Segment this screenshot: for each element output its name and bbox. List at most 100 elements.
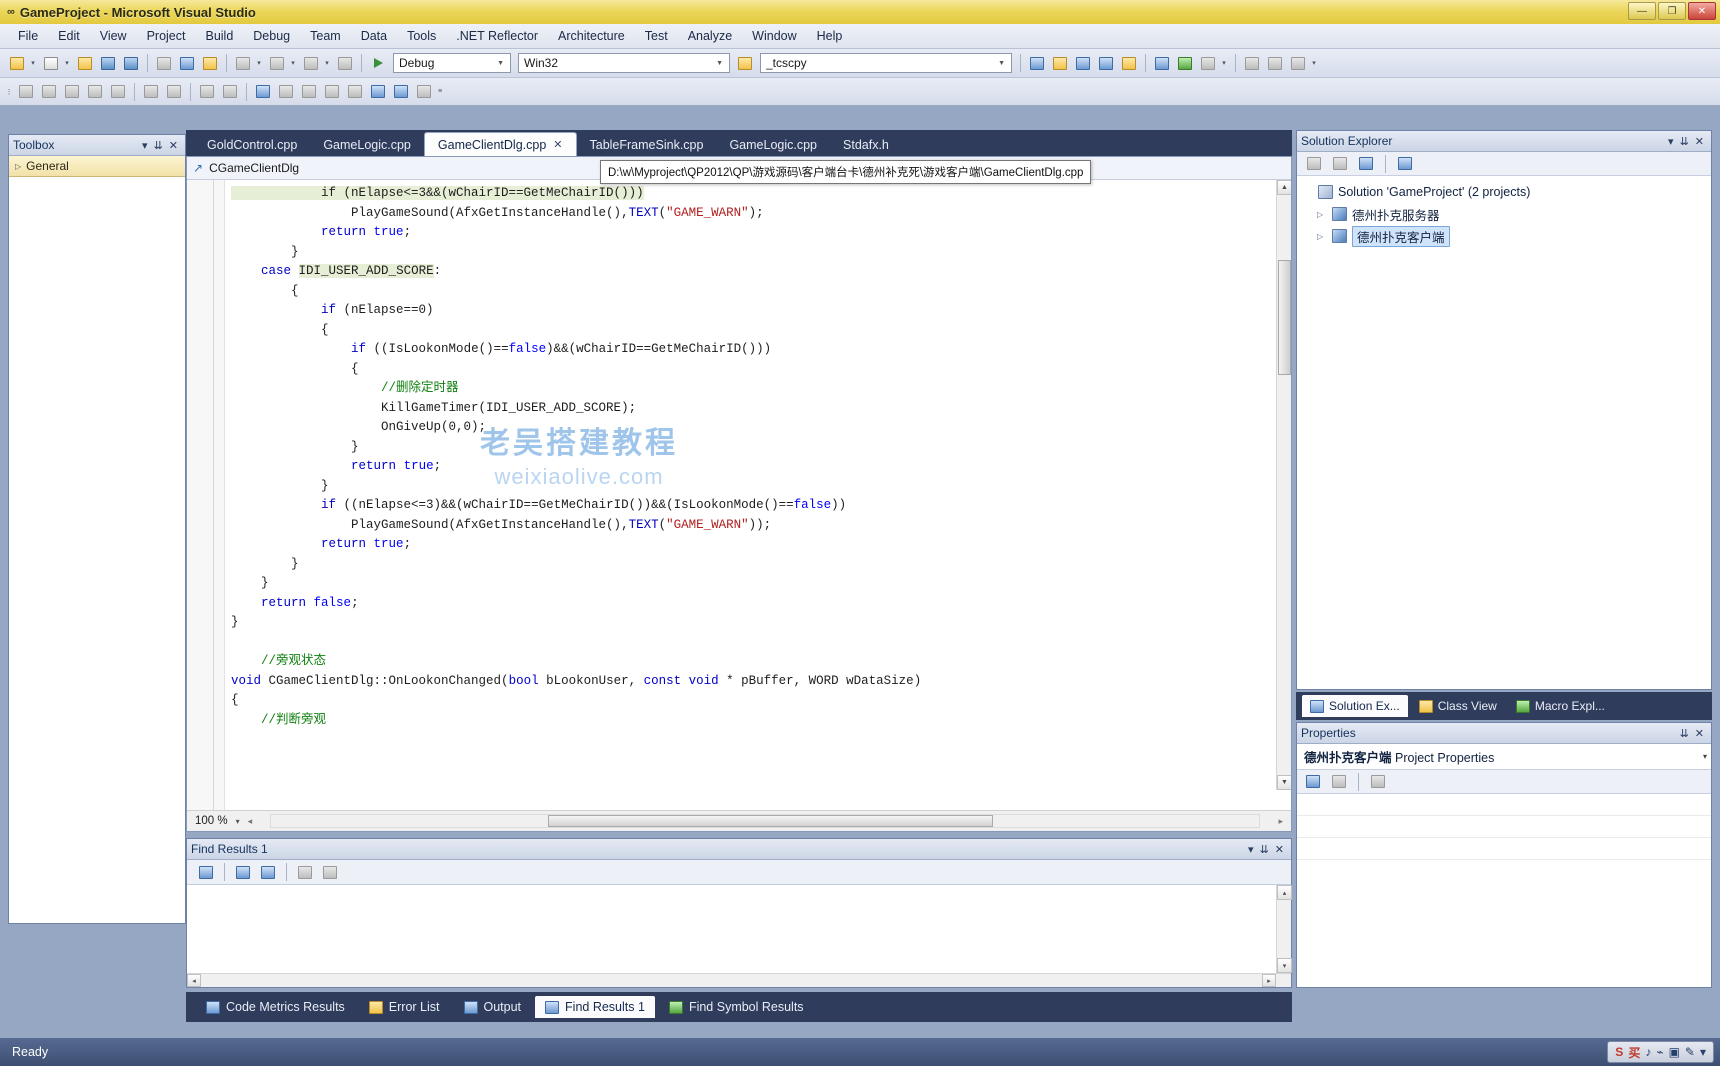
bottom-tab-code-metrics[interactable]: Code Metrics Results (196, 996, 355, 1018)
properties-object-selector[interactable]: 德州扑克客户端 Project Properties ▾ (1297, 744, 1711, 770)
code-body[interactable]: if (nElapse<=3&&(wChairID==GetMeChairID(… (187, 180, 1291, 810)
navigate-backward-icon[interactable] (300, 52, 322, 74)
toolbar-overflow-icon[interactable]: ▾ (1310, 52, 1320, 74)
toggle-all-outlining-icon[interactable] (107, 81, 129, 103)
wrap-icon[interactable] (319, 861, 341, 883)
solution-explorer-close-icon[interactable]: ✕ (1692, 135, 1707, 148)
arrow-prev-icon[interactable] (257, 861, 279, 883)
solution-tree[interactable]: Solution 'GameProject' (2 projects) ▷ 德州… (1297, 176, 1711, 689)
menu-item-analyze[interactable]: Analyze (678, 25, 742, 47)
new-window-icon[interactable] (1241, 52, 1263, 74)
properties-row[interactable] (1297, 838, 1711, 860)
menu-item-view[interactable]: View (90, 25, 137, 47)
menu-item-test[interactable]: Test (635, 25, 678, 47)
editor-horizontal-scrollbar[interactable] (270, 814, 1260, 828)
new-project-dropdown-icon[interactable]: ▾ (29, 52, 39, 74)
properties-icon[interactable] (1303, 153, 1325, 175)
arrow-up-icon[interactable] (195, 861, 217, 883)
dock-tab-class-view[interactable]: Class View (1411, 695, 1505, 717)
chevron-down-icon[interactable]: ▼ (994, 60, 1009, 67)
dock-tab-macro-explorer[interactable]: Macro Expl... (1508, 695, 1613, 717)
save-icon[interactable] (97, 52, 119, 74)
save-all-icon[interactable] (120, 52, 142, 74)
chevron-down-icon[interactable]: ▼ (712, 60, 727, 67)
new-file-icon[interactable] (40, 52, 62, 74)
decrease-indent-icon[interactable] (140, 81, 162, 103)
tray-icon-music[interactable]: ♪ (1645, 1045, 1651, 1059)
class-view-icon[interactable] (1174, 52, 1196, 74)
tray-icon-s[interactable]: S (1615, 1045, 1623, 1059)
copy-icon[interactable] (176, 52, 198, 74)
property-pages-icon[interactable] (1367, 771, 1389, 793)
fold-margin[interactable] (187, 180, 225, 810)
menu-item-build[interactable]: Build (195, 25, 243, 47)
find-results-close-icon[interactable]: ✕ (1272, 843, 1287, 856)
insert-snippet-icon[interactable] (275, 81, 297, 103)
quick-find-icon[interactable] (1026, 52, 1048, 74)
toolbox-dropdown-icon[interactable]: ▾ (139, 139, 151, 152)
arrow-next-icon[interactable] (232, 861, 254, 883)
find-in-files-icon[interactable] (734, 52, 756, 74)
undo-dropdown-icon[interactable]: ▾ (255, 52, 265, 74)
class-name-label[interactable]: CGameClientDlg (209, 161, 299, 175)
toolbar-grip-icon[interactable]: ⋮ (6, 81, 14, 103)
start-debugging-button[interactable] (367, 52, 389, 74)
scroll-left-arrow[interactable]: ◂ (187, 974, 201, 987)
chevron-right-icon[interactable]: ▷ (1317, 232, 1327, 241)
tree-row-project-server[interactable]: ▷ 德州扑克服务器 (1301, 203, 1707, 225)
redo-icon[interactable] (266, 52, 288, 74)
tray-icon-buy[interactable]: 买 (1628, 1044, 1640, 1061)
properties-window-icon[interactable] (1095, 52, 1117, 74)
menu-item-net-reflector[interactable]: .NET Reflector (446, 25, 548, 47)
solution-configuration-combo[interactable]: Debug ▼ (393, 53, 511, 73)
object-browser-icon[interactable] (1118, 52, 1140, 74)
split-window-icon[interactable] (1264, 52, 1286, 74)
error-list-toggle-icon[interactable] (1197, 52, 1219, 74)
menu-item-debug[interactable]: Debug (243, 25, 300, 47)
source-code[interactable]: if (nElapse<=3&&(wChairID==GetMeChairID(… (225, 180, 1291, 810)
toolbox-group-general[interactable]: ▷ General (9, 156, 185, 177)
new-file-dropdown-icon[interactable]: ▾ (63, 52, 73, 74)
chevron-right-icon[interactable]: ▷ (15, 162, 21, 171)
scroll-right-arrow[interactable]: ▸ (1262, 974, 1276, 987)
parameter-info-icon[interactable] (344, 81, 366, 103)
clear-icon[interactable] (294, 861, 316, 883)
tree-row-solution[interactable]: Solution 'GameProject' (2 projects) (1301, 181, 1707, 203)
menu-item-window[interactable]: Window (742, 25, 806, 47)
editor-tab-stdafx[interactable]: Stdafx.h (830, 134, 902, 156)
split-handle-icon[interactable]: ◂ (248, 816, 253, 827)
navigate-forward-icon[interactable] (334, 52, 356, 74)
maximize-button[interactable]: ❐ (1658, 2, 1686, 20)
scrollbar-thumb[interactable] (1278, 260, 1291, 375)
find-results-vertical-scrollbar[interactable]: ▴ ▾ (1276, 885, 1291, 973)
solution-explorer-pin-icon[interactable]: ⇊ (1677, 135, 1692, 148)
editor-toolbar-overflow-icon[interactable]: ≡ (436, 81, 446, 103)
properties-row[interactable] (1297, 816, 1711, 838)
dock-window-icon[interactable] (1287, 52, 1309, 74)
properties-close-icon[interactable]: ✕ (1692, 727, 1707, 740)
find-results-horizontal-scrollbar[interactable]: ◂ ▸ (187, 973, 1291, 987)
redo-dropdown-icon[interactable]: ▾ (289, 52, 299, 74)
editor-tab-gameclientdlg[interactable]: GameClientDlg.cpp ✕ (424, 132, 577, 156)
new-project-icon[interactable] (6, 52, 28, 74)
menu-item-help[interactable]: Help (807, 25, 853, 47)
find-results-pin-icon[interactable]: ⇊ (1257, 843, 1272, 856)
tray-icon-overflow[interactable]: ▾ (1700, 1045, 1706, 1059)
scroll-down-arrow[interactable]: ▾ (1277, 958, 1292, 973)
comment-selection-icon[interactable] (196, 81, 218, 103)
find-symbol-icon[interactable] (1049, 52, 1071, 74)
paste-icon[interactable] (199, 52, 221, 74)
tool-windows-dropdown-icon[interactable]: ▾ (1220, 52, 1230, 74)
categorized-icon[interactable] (1302, 771, 1324, 793)
list-members-icon[interactable] (390, 81, 412, 103)
editor-tab-tableframesink[interactable]: TableFrameSink.cpp (577, 134, 717, 156)
find-results-dropdown-icon[interactable]: ▾ (1245, 843, 1257, 856)
menu-item-file[interactable]: File (8, 25, 48, 47)
editor-tab-gamelogic-2[interactable]: GameLogic.cpp (716, 134, 830, 156)
open-file-icon[interactable] (74, 52, 96, 74)
editor-tab-gamelogic-1[interactable]: GameLogic.cpp (310, 134, 424, 156)
clear-bookmarks-icon[interactable] (84, 81, 106, 103)
show-all-files-icon[interactable] (1355, 153, 1377, 175)
tree-row-project-client[interactable]: ▷ 德州扑克客户端 (1301, 225, 1707, 247)
menu-item-data[interactable]: Data (351, 25, 397, 47)
